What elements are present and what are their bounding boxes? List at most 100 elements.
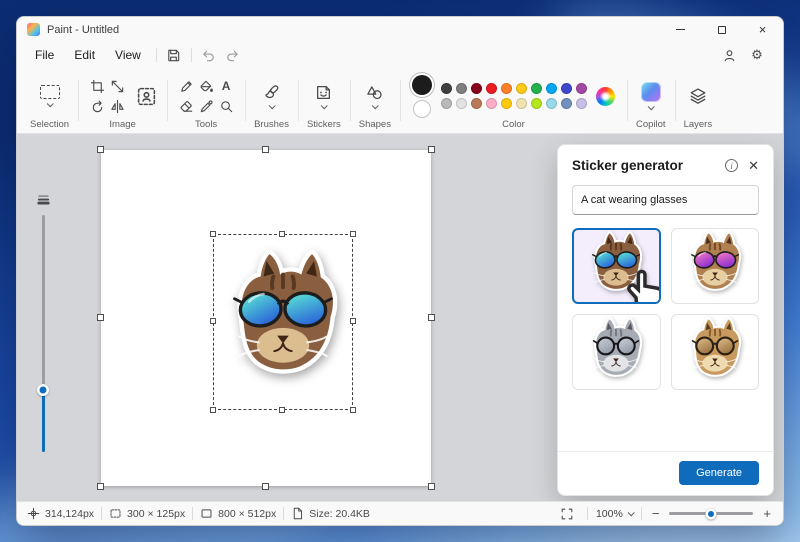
account-button[interactable] [717, 45, 741, 65]
color-swatch[interactable] [441, 98, 452, 109]
maximize-button[interactable] [701, 17, 742, 42]
color-picker-button[interactable] [197, 97, 215, 115]
selection-handle[interactable] [350, 318, 356, 324]
foreground-color-swatch[interactable] [412, 75, 432, 95]
canvas-resize-handle[interactable] [262, 483, 269, 490]
background-color-swatch[interactable] [413, 100, 431, 118]
color-swatch[interactable] [501, 98, 512, 109]
divider [191, 48, 192, 62]
stickers-button[interactable] [315, 84, 332, 109]
copilot-button[interactable] [641, 82, 661, 110]
edit-colors-button[interactable] [596, 87, 615, 106]
shapes-icon [366, 84, 383, 101]
menu-edit[interactable]: Edit [64, 45, 105, 65]
minimize-icon [676, 29, 685, 30]
color-swatch[interactable] [471, 83, 482, 94]
color-swatch[interactable] [516, 98, 527, 109]
selection-handle[interactable] [350, 407, 356, 413]
selection-handle[interactable] [279, 231, 285, 237]
group-label-selection: Selection [30, 119, 69, 130]
canvas-resize-handle[interactable] [428, 146, 435, 153]
sticker-thumbnail-1[interactable] [572, 228, 661, 304]
sticker-prompt-input[interactable] [572, 185, 759, 215]
canvas-resize-handle[interactable] [97, 146, 104, 153]
selection-tool-button[interactable] [40, 85, 60, 107]
color-swatch[interactable] [486, 98, 497, 109]
fill-button[interactable] [197, 77, 215, 95]
zoom-slider[interactable] [669, 512, 753, 515]
menu-view[interactable]: View [105, 45, 151, 65]
canvas-resize-handle[interactable] [97, 483, 104, 490]
sticker-selection[interactable] [213, 234, 353, 410]
sticker-thumbnail-2[interactable] [671, 228, 760, 304]
workspace: Sticker generator i ✕ Generate [17, 134, 783, 501]
magnifier-button[interactable] [217, 97, 235, 115]
color-swatch[interactable] [576, 83, 587, 94]
divider [283, 507, 284, 520]
color-swatch[interactable] [561, 98, 572, 109]
settings-button[interactable]: ⚙ [745, 45, 769, 65]
canvas-resize-handle[interactable] [428, 314, 435, 321]
remove-background-button[interactable] [134, 84, 158, 108]
drawing-canvas[interactable] [101, 150, 431, 486]
color-swatch[interactable] [441, 83, 452, 94]
selection-handle[interactable] [210, 318, 216, 324]
brushes-button[interactable] [263, 84, 280, 109]
selection-handle[interactable] [279, 407, 285, 413]
text-tool-button[interactable]: A [217, 77, 235, 95]
flip-button[interactable] [108, 97, 126, 115]
color-swatch[interactable] [516, 83, 527, 94]
eraser-button[interactable] [177, 97, 195, 115]
color-swatch[interactable] [531, 98, 542, 109]
canvas-resize-handle[interactable] [428, 483, 435, 490]
size-slider-track[interactable] [42, 215, 45, 452]
redo-button[interactable] [221, 45, 245, 65]
layers-button[interactable] [689, 87, 707, 105]
color-swatch[interactable] [561, 83, 572, 94]
fit-to-screen-button[interactable] [555, 504, 579, 524]
minimize-button[interactable] [660, 17, 701, 42]
info-icon[interactable]: i [725, 159, 738, 172]
color-swatch[interactable] [486, 83, 497, 94]
cursor-position-icon [27, 507, 40, 520]
color-swatch[interactable] [531, 83, 542, 94]
selection-rect-icon [40, 85, 60, 99]
sticker-thumbnail-4[interactable] [671, 314, 760, 390]
zoom-in-button[interactable]: + [761, 507, 773, 520]
size-slider-handle[interactable] [37, 384, 49, 396]
selection-handle[interactable] [210, 231, 216, 237]
color-swatch[interactable] [456, 98, 467, 109]
selection-handle[interactable] [210, 407, 216, 413]
color-swatch[interactable] [471, 98, 482, 109]
divider [587, 507, 588, 520]
panel-close-button[interactable]: ✕ [748, 159, 759, 172]
color-palette [439, 81, 589, 111]
generate-button[interactable]: Generate [679, 461, 759, 485]
resize-button[interactable] [108, 77, 126, 95]
pencil-button[interactable] [177, 77, 195, 95]
crop-button[interactable] [88, 77, 106, 95]
rotate-icon [90, 99, 105, 114]
color-swatch[interactable] [576, 98, 587, 109]
shapes-button[interactable] [366, 84, 383, 109]
zoom-slider-handle[interactable] [706, 508, 717, 519]
color-swatch[interactable] [501, 83, 512, 94]
rotate-button[interactable] [88, 97, 106, 115]
save-button[interactable] [162, 45, 186, 65]
close-button[interactable]: × [742, 17, 783, 42]
copilot-icon [641, 82, 661, 102]
canvas-resize-handle[interactable] [97, 314, 104, 321]
canvas-resize-handle[interactable] [262, 146, 269, 153]
selection-handle[interactable] [350, 231, 356, 237]
crop-icon [90, 79, 105, 94]
undo-button[interactable] [197, 45, 221, 65]
hand-cursor-icon [612, 260, 660, 304]
color-swatch[interactable] [546, 83, 557, 94]
color-swatch[interactable] [546, 98, 557, 109]
color-swatch[interactable] [456, 83, 467, 94]
zoom-dropdown[interactable]: 100% [596, 508, 633, 520]
sticker-thumbnail-3[interactable] [572, 314, 661, 390]
sticker-generator-panel: Sticker generator i ✕ Generate [557, 144, 774, 496]
zoom-out-button[interactable]: − [650, 507, 662, 520]
menu-file[interactable]: File [25, 45, 64, 65]
